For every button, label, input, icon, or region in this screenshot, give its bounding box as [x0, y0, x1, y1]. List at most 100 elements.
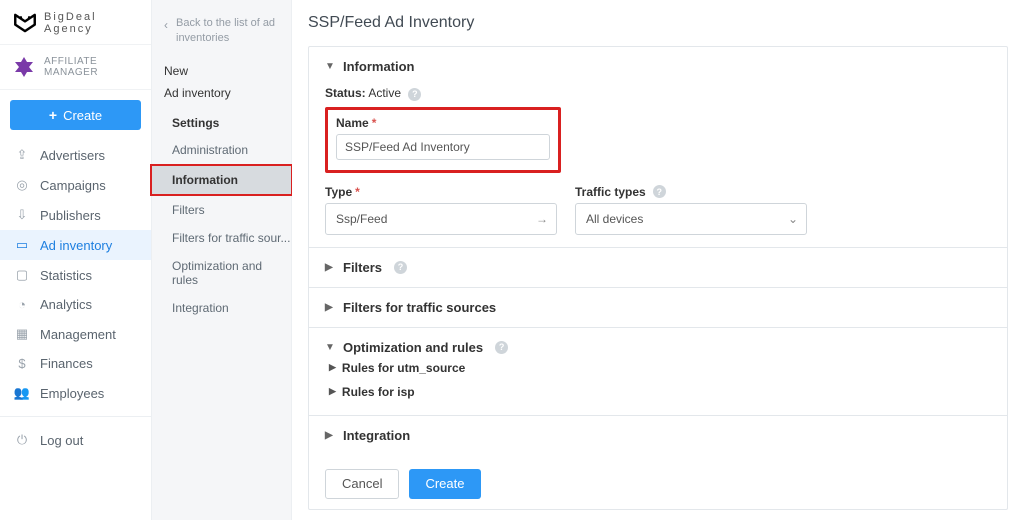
type-select[interactable]: Ssp/Feed → — [325, 203, 557, 235]
dollar-icon: $ — [14, 356, 30, 371]
nav-label: Campaigns — [40, 178, 106, 193]
traffic-field: Traffic types ? All devices ⌄ — [575, 185, 807, 235]
rule-label: Rules for isp — [342, 385, 415, 399]
caret-right-icon: ▶ — [329, 386, 336, 397]
caret-right-icon: ▶ — [325, 262, 335, 273]
avatar-icon — [12, 55, 36, 79]
subnav-administration[interactable]: Administration — [152, 136, 291, 164]
caret-down-icon: ▼ — [325, 61, 335, 72]
nav-label: Ad inventory — [40, 238, 112, 253]
nav-label: Finances — [40, 356, 93, 371]
section-title: Integration — [343, 428, 410, 443]
create-submit-button[interactable]: Create — [409, 469, 480, 499]
section-information: ▼ Information Status: Active ? Name * — [309, 47, 1007, 248]
section-head-information[interactable]: ▼ Information — [325, 59, 991, 74]
nav-statistics[interactable]: ▢ Statistics — [0, 260, 151, 290]
help-icon[interactable]: ? — [495, 341, 508, 354]
nav-label: Statistics — [40, 268, 92, 283]
sidebar-left: BigDeal Agency AFFILIATE MANAGER + Creat… — [0, 0, 152, 520]
brand-subtitle: Agency — [44, 23, 97, 35]
name-label: Name * — [336, 116, 550, 130]
section-title: Optimization and rules — [343, 340, 483, 355]
subnav-ad-inventory: Ad inventory — [152, 82, 291, 108]
required-star: * — [355, 185, 360, 199]
help-icon[interactable]: ? — [653, 185, 666, 198]
upload-icon: ⇪ — [14, 147, 30, 163]
create-button-label: Create — [63, 108, 102, 123]
chevron-left-icon: ‹ — [164, 17, 168, 33]
subnav-new: New — [152, 60, 291, 82]
section-head-filters[interactable]: ▶ Filters ? — [325, 260, 991, 275]
main-content: SSP/Feed Ad Inventory ▼ Information Stat… — [292, 0, 1024, 520]
grid-icon: ▦ — [14, 326, 30, 342]
subnav-filters-ts[interactable]: Filters for traffic sour... — [152, 224, 291, 252]
rules-isp[interactable]: ▶ Rules for isp — [325, 379, 991, 403]
subnav-integration[interactable]: Integration — [152, 294, 291, 322]
rules-utm-source[interactable]: ▶ Rules for utm_source — [325, 355, 991, 379]
role-text: AFFILIATE MANAGER — [44, 56, 141, 78]
nav-publishers[interactable]: ⇩ Publishers — [0, 200, 151, 230]
nav-campaigns[interactable]: ◎Campaigns — [0, 170, 151, 200]
back-link-label: Back to the list of ad inventories — [176, 16, 279, 46]
create-button[interactable]: + Create — [10, 100, 141, 130]
main-nav: ⇪Advertisers ◎Campaigns ⇩ Publishers ▭ Ad … — [0, 140, 151, 408]
type-value: Ssp/Feed — [336, 212, 387, 226]
inventory-icon: ▭ — [14, 237, 30, 253]
section-filters: ▶ Filters ? — [309, 248, 1007, 288]
section-filters-ts: ▶ Filters for traffic sources — [309, 288, 1007, 328]
brand: BigDeal Agency — [0, 0, 151, 44]
back-link[interactable]: ‹ Back to the list of ad inventories — [152, 6, 291, 60]
section-head-integration[interactable]: ▶ Integration — [325, 428, 991, 443]
caret-right-icon: ▶ — [329, 362, 336, 373]
page-title: SSP/Feed Ad Inventory — [308, 14, 1008, 32]
traffic-label: Traffic types — [575, 185, 646, 199]
brand-name: BigDeal Agency — [44, 11, 97, 35]
caret-right-icon: ▶ — [325, 430, 335, 441]
name-input[interactable] — [336, 134, 550, 160]
subnav-opt-rules[interactable]: Optimization and rules — [152, 252, 291, 294]
name-label-text: Name — [336, 116, 369, 130]
status-value: Active — [368, 86, 401, 100]
nav-label: Log out — [40, 433, 83, 448]
nav-management[interactable]: ▦ Management — [0, 319, 151, 349]
chevron-down-icon: ⌄ — [788, 212, 798, 226]
plus-icon: + — [49, 107, 57, 123]
section-head-filters-ts[interactable]: ▶ Filters for traffic sources — [325, 300, 991, 315]
section-title: Filters for traffic sources — [343, 300, 496, 315]
section-title: Information — [343, 59, 415, 74]
section-head-opt-rules[interactable]: ▼ Optimization and rules ? — [325, 340, 991, 355]
section-title: Filters — [343, 260, 382, 275]
help-icon[interactable]: ? — [408, 88, 421, 101]
traffic-select[interactable]: All devices ⌄ — [575, 203, 807, 235]
nav-ad-inventory[interactable]: ▭ Ad inventory — [0, 230, 151, 260]
section-integration: ▶ Integration — [309, 416, 1007, 455]
nav-logout[interactable]: ⏻ Log out — [0, 425, 151, 455]
rule-label: Rules for utm_source — [342, 361, 465, 375]
arrow-right-icon: → — [536, 212, 548, 226]
nav-analytics[interactable]: ◔Analytics — [0, 290, 151, 319]
subnav-filters[interactable]: Filters — [152, 196, 291, 224]
type-label: Type — [325, 185, 352, 199]
status-label: Status: — [325, 86, 366, 100]
nav-advertisers[interactable]: ⇪Advertisers — [0, 140, 151, 170]
status-row: Status: Active ? — [325, 86, 991, 101]
download-icon: ⇩ — [14, 207, 30, 223]
logout-icon: ⏻ — [14, 432, 30, 448]
section-opt-rules: ▼ Optimization and rules ? ▶ Rules for u… — [309, 328, 1007, 416]
footer-buttons: Cancel Create — [309, 455, 1007, 509]
cancel-button[interactable]: Cancel — [325, 469, 399, 499]
nav-label: Management — [40, 327, 116, 342]
people-icon: 👥 — [14, 385, 30, 401]
form-panel: ▼ Information Status: Active ? Name * — [308, 46, 1008, 510]
role-row: AFFILIATE MANAGER — [0, 44, 151, 90]
subnav-settings-head: Settings — [152, 108, 291, 136]
help-icon[interactable]: ? — [394, 261, 407, 274]
highlighted-name-field: Name * — [325, 107, 561, 173]
nav-label: Analytics — [40, 297, 92, 312]
nav-employees[interactable]: 👥Employees — [0, 378, 151, 408]
nav-label: Publishers — [40, 208, 101, 223]
bar-chart-icon: ▢ — [14, 267, 30, 283]
subnav-information[interactable]: Information — [150, 164, 293, 196]
required-star: * — [372, 116, 377, 130]
nav-finances[interactable]: $ Finances — [0, 349, 151, 378]
